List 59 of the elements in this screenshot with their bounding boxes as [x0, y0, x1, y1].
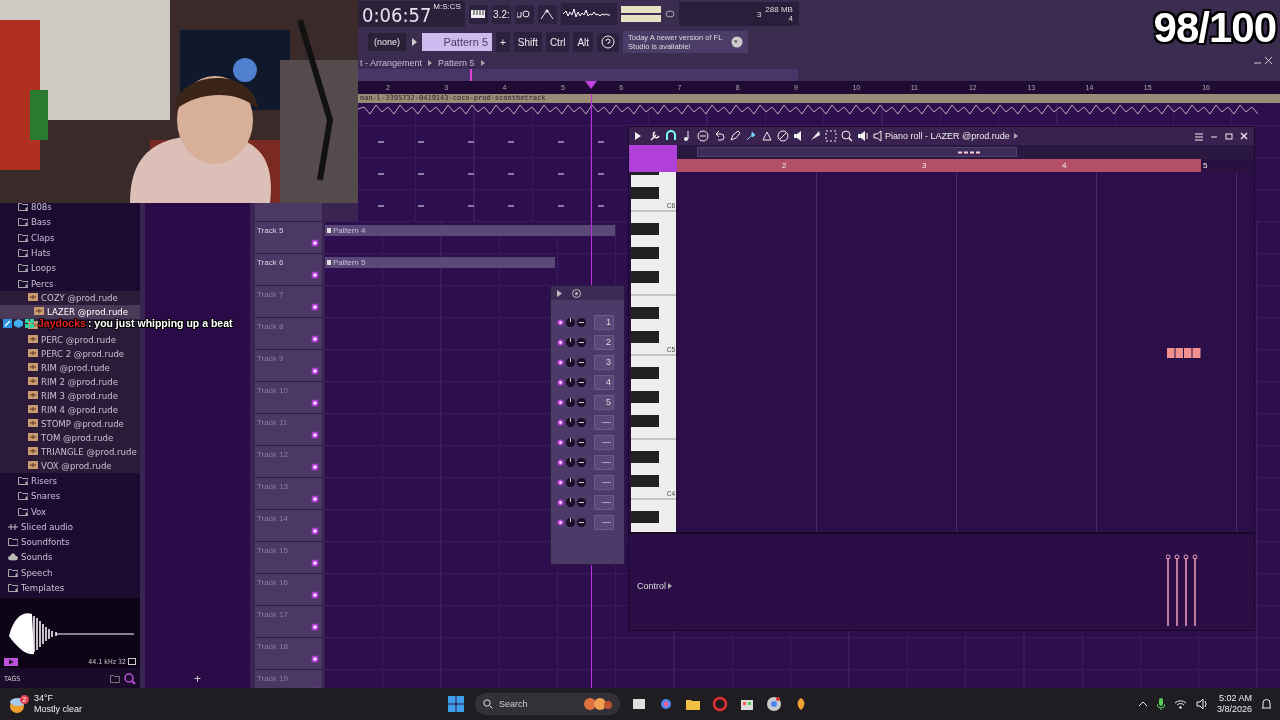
clock-time[interactable]: 5:02 AM [1218, 693, 1252, 704]
time-value: 0:06:57 [362, 3, 432, 27]
mixer-track-button[interactable]: --- [594, 454, 614, 470]
folder-item[interactable]: Sounds [0, 549, 140, 565]
clip-label: Pattern 5 [333, 258, 366, 267]
folder-item[interactable]: Percs [0, 275, 140, 291]
preset-selector[interactable]: (none) [368, 33, 406, 51]
folder-item[interactable]: Templates [0, 579, 140, 596]
mixer-track-button[interactable]: 1 [594, 314, 614, 330]
window-title: Piano roll - LAZER @prod.rude [885, 131, 1010, 141]
bar-number: 3 [922, 161, 928, 170]
bar-number: 4 [1062, 161, 1068, 170]
bar-number: 5 [1203, 161, 1208, 170]
folder-item[interactable]: Soundfonts [0, 533, 140, 550]
event-target-label[interactable]: Control [637, 581, 666, 591]
chat-message: : you just whipping up a beat [87, 317, 233, 329]
mixer-track-button[interactable]: 4 [594, 374, 614, 390]
folder-item[interactable]: Snares [0, 488, 140, 504]
mixer-track-button[interactable]: --- [594, 474, 614, 490]
mixer-track-button[interactable]: 2 [594, 334, 614, 350]
temperature[interactable]: 34°F [34, 693, 82, 704]
polyphony-value: 4 [788, 14, 793, 23]
clock-date[interactable]: 3/8/2026 [1216, 704, 1252, 715]
breadcrumb-item[interactable]: t - Arrangement [360, 57, 423, 68]
modifier-key-button[interactable]: Ctrl [545, 32, 570, 52]
search-field[interactable]: Search [475, 693, 620, 715]
modifier-key-button[interactable]: Alt [573, 32, 594, 52]
mixer-track-button[interactable]: --- [594, 414, 614, 430]
add-track-button[interactable]: + [194, 672, 201, 688]
folder-item[interactable]: Hats [0, 244, 140, 261]
mixer-track-button[interactable]: 5 [594, 394, 614, 410]
folder-item[interactable]: 808s [0, 199, 140, 215]
cpu-value: 3 [756, 9, 762, 19]
pattern-selector[interactable]: Pattern 5 [422, 33, 492, 51]
breadcrumb-item[interactable]: Pattern 5 [438, 57, 475, 68]
chat-username: Jaydocks [38, 317, 86, 329]
bar-number: 2 [782, 161, 788, 170]
mixer-track-button[interactable]: --- [594, 434, 614, 450]
folder-item[interactable]: Sliced audio [0, 518, 140, 534]
memory-value: 288 MB [765, 5, 793, 14]
time-unit-label: M:S:CS [433, 2, 461, 11]
folder-item[interactable]: Risers [0, 472, 140, 489]
add-pattern-button[interactable]: + [496, 32, 510, 52]
score-overlay: 98/100 [1153, 4, 1276, 52]
folder-item[interactable]: Claps [0, 229, 140, 245]
folder-item[interactable]: Vox [0, 503, 140, 519]
weather-condition[interactable]: Mostly clear [34, 704, 82, 715]
pattern-clip[interactable]: Pattern 5 [325, 257, 555, 268]
folder-item[interactable]: Speech [0, 564, 140, 580]
modifier-key-button[interactable]: Shift [513, 32, 542, 52]
folder-item[interactable]: Bass [0, 214, 140, 230]
folder-item[interactable]: Loops [0, 260, 140, 276]
sample-item[interactable]: COZY @prod.rude [0, 290, 140, 305]
clip-label: Pattern 4 [333, 226, 366, 235]
pattern-clip[interactable]: Pattern 4 [325, 225, 615, 236]
mixer-track-button[interactable]: 3 [594, 354, 614, 370]
mixer-track-button[interactable]: --- [594, 494, 614, 510]
mixer-track-button[interactable]: --- [594, 514, 614, 530]
step-button[interactable]: 3.2: [491, 4, 511, 24]
